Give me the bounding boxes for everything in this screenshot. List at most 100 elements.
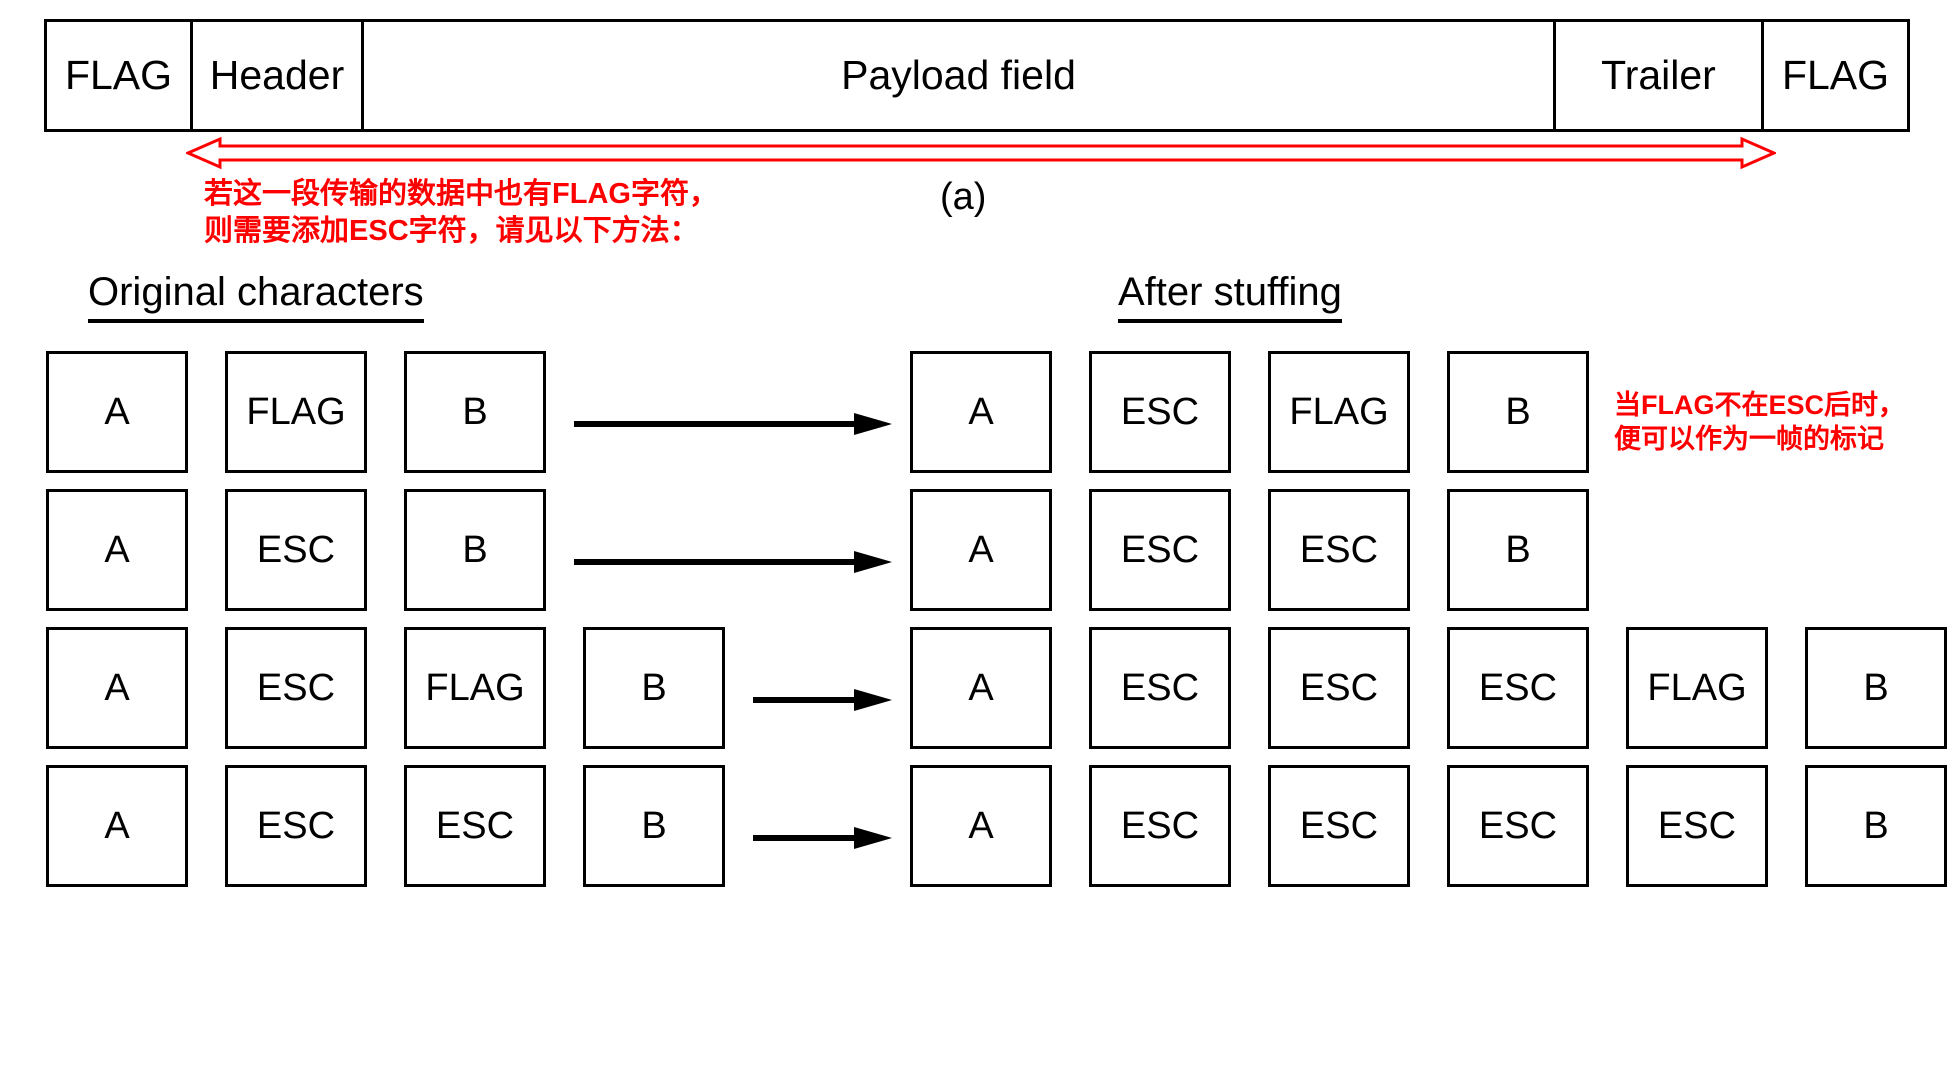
character-box: B — [583, 627, 725, 749]
frame-cell-flag-start: FLAG — [47, 22, 193, 129]
character-box: ESC — [404, 765, 546, 887]
transform-arrow — [574, 413, 892, 435]
character-box: ESC — [1268, 765, 1410, 887]
character-box: A — [46, 489, 188, 611]
character-box-label: B — [462, 529, 488, 571]
character-box: A — [46, 765, 188, 887]
character-box: A — [46, 351, 188, 473]
note-text: 若这一段传输的数据中也有 — [204, 178, 553, 210]
frame-cell-header: Header — [193, 22, 364, 129]
note-text: 后时， — [1824, 390, 1906, 420]
character-box-label: B — [641, 667, 667, 709]
frame-cell-trailer: Trailer — [1556, 22, 1764, 129]
note-flag-in-payload: 若这一段传输的数据中也有FLAG字符， 则需要添加ESC字符，请见以下方法： — [204, 176, 844, 249]
character-box: A — [46, 627, 188, 749]
character-box: B — [1805, 765, 1947, 887]
character-box: ESC — [1089, 489, 1231, 611]
character-box-label: ESC — [435, 805, 515, 847]
transform-arrow — [753, 827, 892, 849]
note-text: 字符，请见以下方法： — [408, 214, 699, 247]
character-box: FLAG — [225, 351, 367, 473]
note-line-2: 便可以作为一帧的标记 — [1614, 424, 1884, 455]
character-box-label: FLAG — [1289, 391, 1389, 433]
character-box-label: A — [104, 667, 130, 709]
character-box-label: ESC — [1299, 667, 1379, 709]
note-text: 不在 — [1714, 390, 1769, 420]
character-box: A — [910, 351, 1052, 473]
character-box-label: B — [1863, 667, 1889, 709]
character-box-label: ESC — [1120, 529, 1200, 571]
frame-structure-strip: FLAG Header Payload field Trailer FLAG — [44, 19, 1910, 132]
note-line-1: 若这一段传输的数据中也有FLAG字符， — [204, 176, 844, 213]
character-box-label: ESC — [1120, 667, 1200, 709]
character-box: A — [910, 489, 1052, 611]
character-box: A — [910, 627, 1052, 749]
character-box: B — [404, 489, 546, 611]
character-box: ESC — [1268, 627, 1410, 749]
character-box: B — [404, 351, 546, 473]
character-box: B — [1805, 627, 1947, 749]
frame-cell-label: FLAG — [1781, 52, 1890, 98]
heading-after-stuffing: After stuffing — [1118, 272, 1342, 323]
note-emphasis-flag: FLAG — [1641, 390, 1715, 420]
note-emphasis-esc: ESC — [349, 214, 409, 247]
character-box: FLAG — [1268, 351, 1410, 473]
transform-arrow — [753, 689, 892, 711]
character-box-label: ESC — [1478, 667, 1558, 709]
character-box: ESC — [225, 489, 367, 611]
character-box: ESC — [1089, 351, 1231, 473]
character-box: ESC — [225, 627, 367, 749]
character-box: FLAG — [1626, 627, 1768, 749]
transform-arrow — [574, 551, 892, 573]
heading-original-characters: Original characters — [88, 272, 424, 323]
character-box: ESC — [1268, 489, 1410, 611]
note-line-1: 当FLAG不在ESC后时， — [1614, 388, 1944, 422]
character-box-label: ESC — [256, 805, 336, 847]
frame-cell-label: Payload field — [841, 52, 1076, 98]
character-box-label: A — [968, 667, 994, 709]
character-box: FLAG — [404, 627, 546, 749]
note-text: 则需要添加 — [204, 214, 350, 247]
character-box-label: A — [968, 391, 994, 433]
note-emphasis-esc: ESC — [1768, 390, 1825, 420]
character-box: ESC — [1089, 627, 1231, 749]
character-box: ESC — [225, 765, 367, 887]
character-box: ESC — [1626, 765, 1768, 887]
figure-caption-a: (a) — [940, 176, 987, 218]
character-box-label: A — [104, 805, 130, 847]
diagram-canvas: FLAG Header Payload field Trailer FLAG (… — [0, 0, 1947, 1092]
character-box-label: ESC — [1478, 805, 1558, 847]
character-box: B — [1447, 351, 1589, 473]
character-box-label: B — [1505, 529, 1531, 571]
frame-cell-flag-end: FLAG — [1764, 22, 1907, 129]
frame-cell-payload: Payload field — [364, 22, 1556, 129]
frame-cell-label: Trailer — [1601, 52, 1716, 98]
character-box-label: A — [104, 391, 130, 433]
character-box: A — [910, 765, 1052, 887]
note-line-2: 则需要添加ESC字符，请见以下方法： — [204, 213, 844, 250]
character-box-label: ESC — [256, 667, 336, 709]
note-text: 字符， — [630, 178, 718, 210]
character-box-label: B — [641, 805, 667, 847]
character-box: ESC — [1089, 765, 1231, 887]
character-box-label: FLAG — [246, 391, 346, 433]
character-box-label: FLAG — [1647, 667, 1747, 709]
character-box: ESC — [1447, 765, 1589, 887]
character-box-label: ESC — [1657, 805, 1737, 847]
character-box-label: ESC — [1120, 805, 1200, 847]
character-box-label: ESC — [1299, 529, 1379, 571]
character-box-label: B — [462, 391, 488, 433]
note-emphasis-flag: FLAG — [552, 178, 631, 210]
character-box-label: ESC — [1299, 805, 1379, 847]
character-box: B — [1447, 489, 1589, 611]
character-box: B — [583, 765, 725, 887]
character-box-label: ESC — [256, 529, 336, 571]
note-text: 当 — [1614, 390, 1641, 420]
note-flag-after-esc: 当FLAG不在ESC后时， 便可以作为一帧的标记 — [1614, 388, 1944, 456]
character-box-label: A — [968, 529, 994, 571]
character-box-label: FLAG — [425, 667, 525, 709]
frame-cell-label: FLAG — [64, 52, 173, 98]
character-box-label: A — [104, 529, 130, 571]
character-box: ESC — [1447, 627, 1589, 749]
character-box-label: ESC — [1120, 391, 1200, 433]
